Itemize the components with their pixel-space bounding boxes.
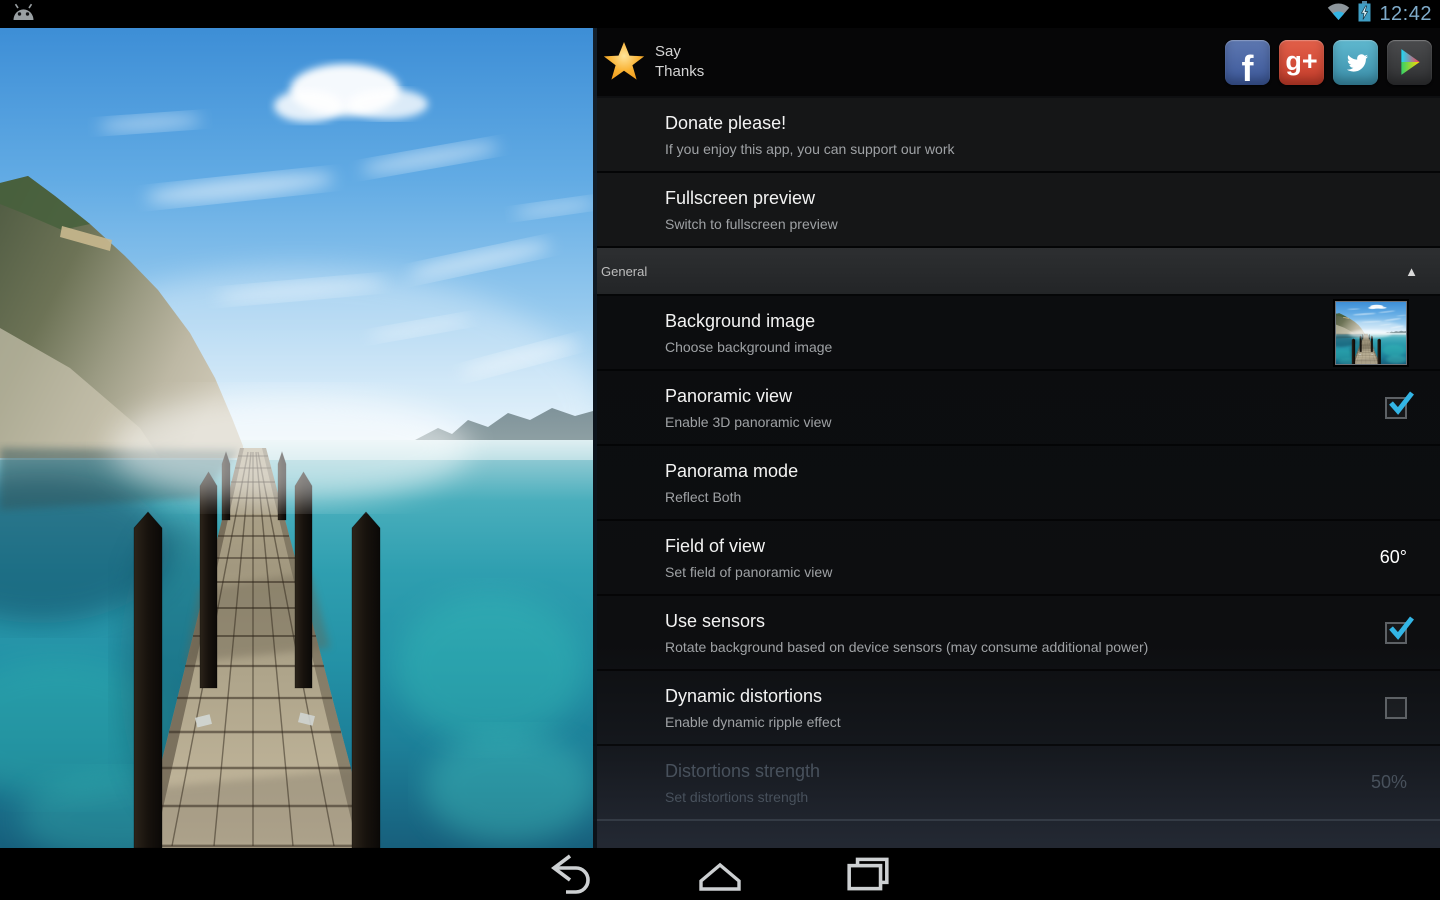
back-icon <box>546 852 598 896</box>
row-title: Panoramic view <box>665 386 1365 407</box>
screen: 12:42 <box>0 0 1440 900</box>
row-distortions-speed: Distortions speed 50% <box>593 821 1440 848</box>
row-fullscreen-preview[interactable]: Fullscreen preview Switch to fullscreen … <box>593 173 1440 248</box>
row-title: Panorama mode <box>665 461 1407 482</box>
collapse-arrow-icon[interactable]: ▲ <box>1405 264 1418 279</box>
dynamic-distortions-checkbox[interactable] <box>1385 697 1407 719</box>
distortions-strength-value: 50% <box>1371 772 1407 793</box>
row-subtitle: Reflect Both <box>665 489 1407 505</box>
section-header-general[interactable]: General ▲ <box>593 248 1440 296</box>
row-distortions-strength: Distortions strength Set distortions str… <box>593 746 1440 821</box>
row-title: Use sensors <box>665 611 1365 632</box>
home-button[interactable] <box>694 852 746 896</box>
row-background-image[interactable]: Background image Choose background image <box>593 296 1440 371</box>
twitter-icon <box>1342 49 1369 76</box>
row-subtitle: Rotate background based on device sensor… <box>665 639 1365 655</box>
row-subtitle: Enable 3D panoramic view <box>665 414 1365 430</box>
wallpaper-preview[interactable] <box>0 28 593 848</box>
say-thanks-label: Say Thanks <box>655 42 704 83</box>
clock: 12:42 <box>1379 3 1432 26</box>
row-title: Field of view <box>665 536 1360 557</box>
row-title: Background image <box>665 311 1315 332</box>
row-title: Donate please! <box>665 113 1407 134</box>
row-panorama-mode[interactable]: Panorama mode Reflect Both <box>593 446 1440 521</box>
say-thanks-button[interactable]: Say Thanks <box>603 42 704 83</box>
background-image-thumbnail <box>1335 301 1407 365</box>
row-title: Distortions speed <box>665 847 1351 848</box>
google-play-icon <box>1397 48 1423 76</box>
app-header: Say Thanks f g+ <box>593 28 1440 98</box>
row-donate[interactable]: Donate please! If you enjoy this app, yo… <box>593 98 1440 173</box>
back-button[interactable] <box>546 852 598 896</box>
wifi-icon <box>1327 2 1350 26</box>
battery-charging-icon <box>1358 1 1371 27</box>
general-section-label: General <box>601 264 647 279</box>
recents-button[interactable] <box>842 852 894 896</box>
row-dynamic-distortions[interactable]: Dynamic distortions Enable dynamic rippl… <box>593 671 1440 746</box>
row-subtitle: Set field of panoramic view <box>665 564 1360 580</box>
row-field-of-view[interactable]: Field of view Set field of panoramic vie… <box>593 521 1440 596</box>
wallpaper-preview-image <box>0 28 593 848</box>
facebook-button[interactable]: f <box>1225 40 1270 85</box>
google-play-button[interactable] <box>1387 40 1432 85</box>
row-subtitle: Set distortions strength <box>665 789 1351 805</box>
home-icon <box>695 854 745 894</box>
distortions-speed-value: 50% <box>1371 847 1407 848</box>
row-title: Distortions strength <box>665 761 1351 782</box>
row-subtitle: Choose background image <box>665 339 1315 355</box>
field-of-view-value: 60° <box>1380 547 1407 568</box>
row-panoramic-view[interactable]: Panoramic view Enable 3D panoramic view <box>593 371 1440 446</box>
row-subtitle: If you enjoy this app, you can support o… <box>665 141 1407 157</box>
google-plus-button[interactable]: g+ <box>1279 40 1324 85</box>
row-use-sensors[interactable]: Use sensors Rotate background based on d… <box>593 596 1440 671</box>
row-subtitle: Switch to fullscreen preview <box>665 216 1407 232</box>
panoramic-view-checkbox[interactable] <box>1385 397 1407 419</box>
row-title: Fullscreen preview <box>665 188 1407 209</box>
recents-icon <box>845 855 891 893</box>
google-plus-icon: g+ <box>1285 46 1317 77</box>
star-icon <box>603 42 645 82</box>
facebook-icon: f <box>1242 48 1254 85</box>
row-subtitle: Enable dynamic ripple effect <box>665 714 1365 730</box>
status-bar: 12:42 <box>0 0 1440 28</box>
twitter-button[interactable] <box>1333 40 1378 85</box>
use-sensors-checkbox[interactable] <box>1385 622 1407 644</box>
navigation-bar <box>0 848 1440 900</box>
settings-panel: Say Thanks f g+ <box>593 28 1440 848</box>
row-title: Dynamic distortions <box>665 686 1365 707</box>
android-robot-icon <box>10 3 37 26</box>
